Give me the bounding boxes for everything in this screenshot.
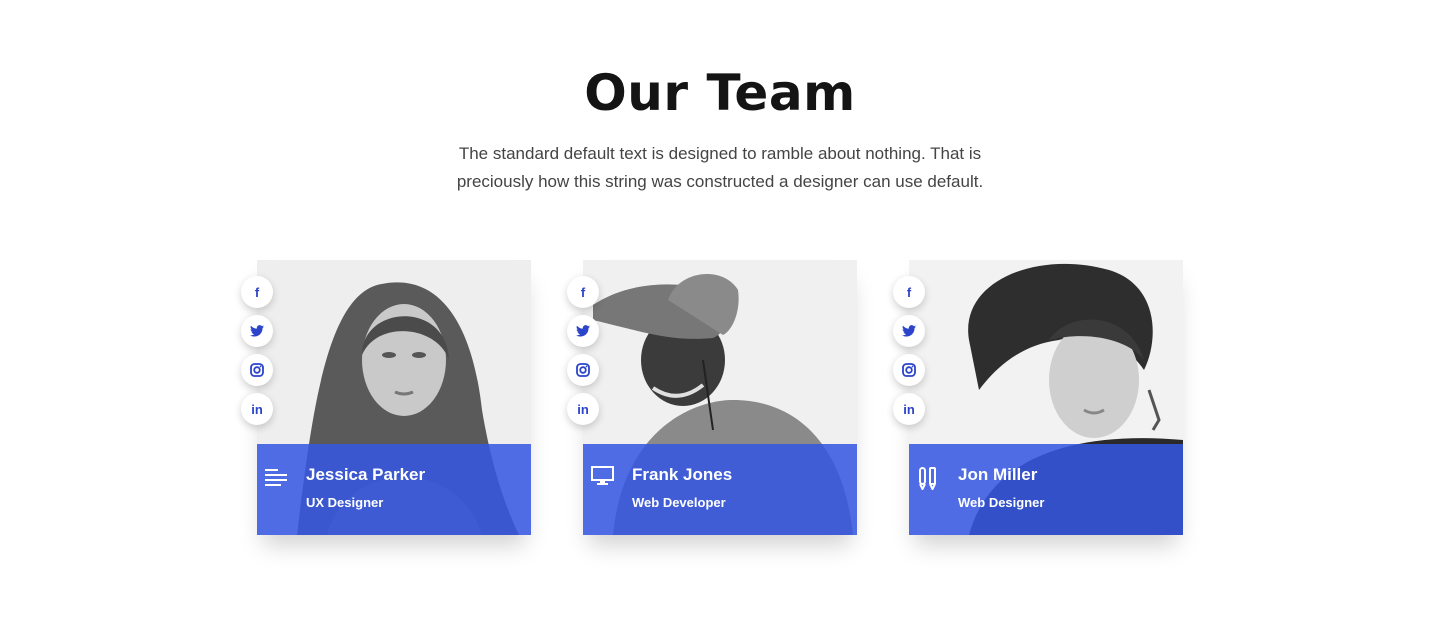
social-links: f in [893, 276, 925, 432]
social-links: f in [241, 276, 273, 432]
instagram-icon[interactable] [893, 354, 925, 386]
linkedin-icon[interactable]: in [893, 393, 925, 425]
twitter-icon[interactable] [241, 315, 273, 347]
twitter-icon[interactable] [893, 315, 925, 347]
member-name: Frank Jones [632, 465, 733, 484]
text-lines-icon [265, 466, 289, 486]
monitor-icon [591, 466, 615, 486]
linkedin-icon[interactable]: in [567, 393, 599, 425]
facebook-icon[interactable]: f [241, 276, 273, 308]
section-title: Our Team [584, 64, 856, 122]
member-role: Web Developer [632, 495, 726, 510]
team-card-jon-miller: Jon Miller Web Designer f in [893, 260, 1183, 535]
member-info-panel: Jessica Parker UX Designer [257, 444, 531, 535]
team-card-jessica-parker: Jessica Parker UX Designer f in [241, 260, 531, 535]
section-intro: The standard default text is designed to… [456, 144, 984, 191]
linkedin-icon[interactable]: in [241, 393, 273, 425]
member-name: Jon Miller [958, 465, 1038, 484]
twitter-icon[interactable] [567, 315, 599, 347]
pen-tools-icon [917, 466, 941, 492]
instagram-icon[interactable] [567, 354, 599, 386]
social-links: f in [567, 276, 599, 432]
facebook-icon[interactable]: f [567, 276, 599, 308]
member-info-panel: Jon Miller Web Designer [909, 444, 1183, 535]
member-role: UX Designer [306, 495, 384, 510]
team-card-frank-jones: Frank Jones Web Developer f in [567, 260, 857, 535]
facebook-icon[interactable]: f [893, 276, 925, 308]
instagram-icon[interactable] [241, 354, 273, 386]
member-role: Web Designer [958, 495, 1045, 510]
team-section: Our Team The standard default text is de… [0, 0, 1440, 625]
member-name: Jessica Parker [306, 465, 426, 484]
member-info-panel: Frank Jones Web Developer [583, 444, 857, 535]
